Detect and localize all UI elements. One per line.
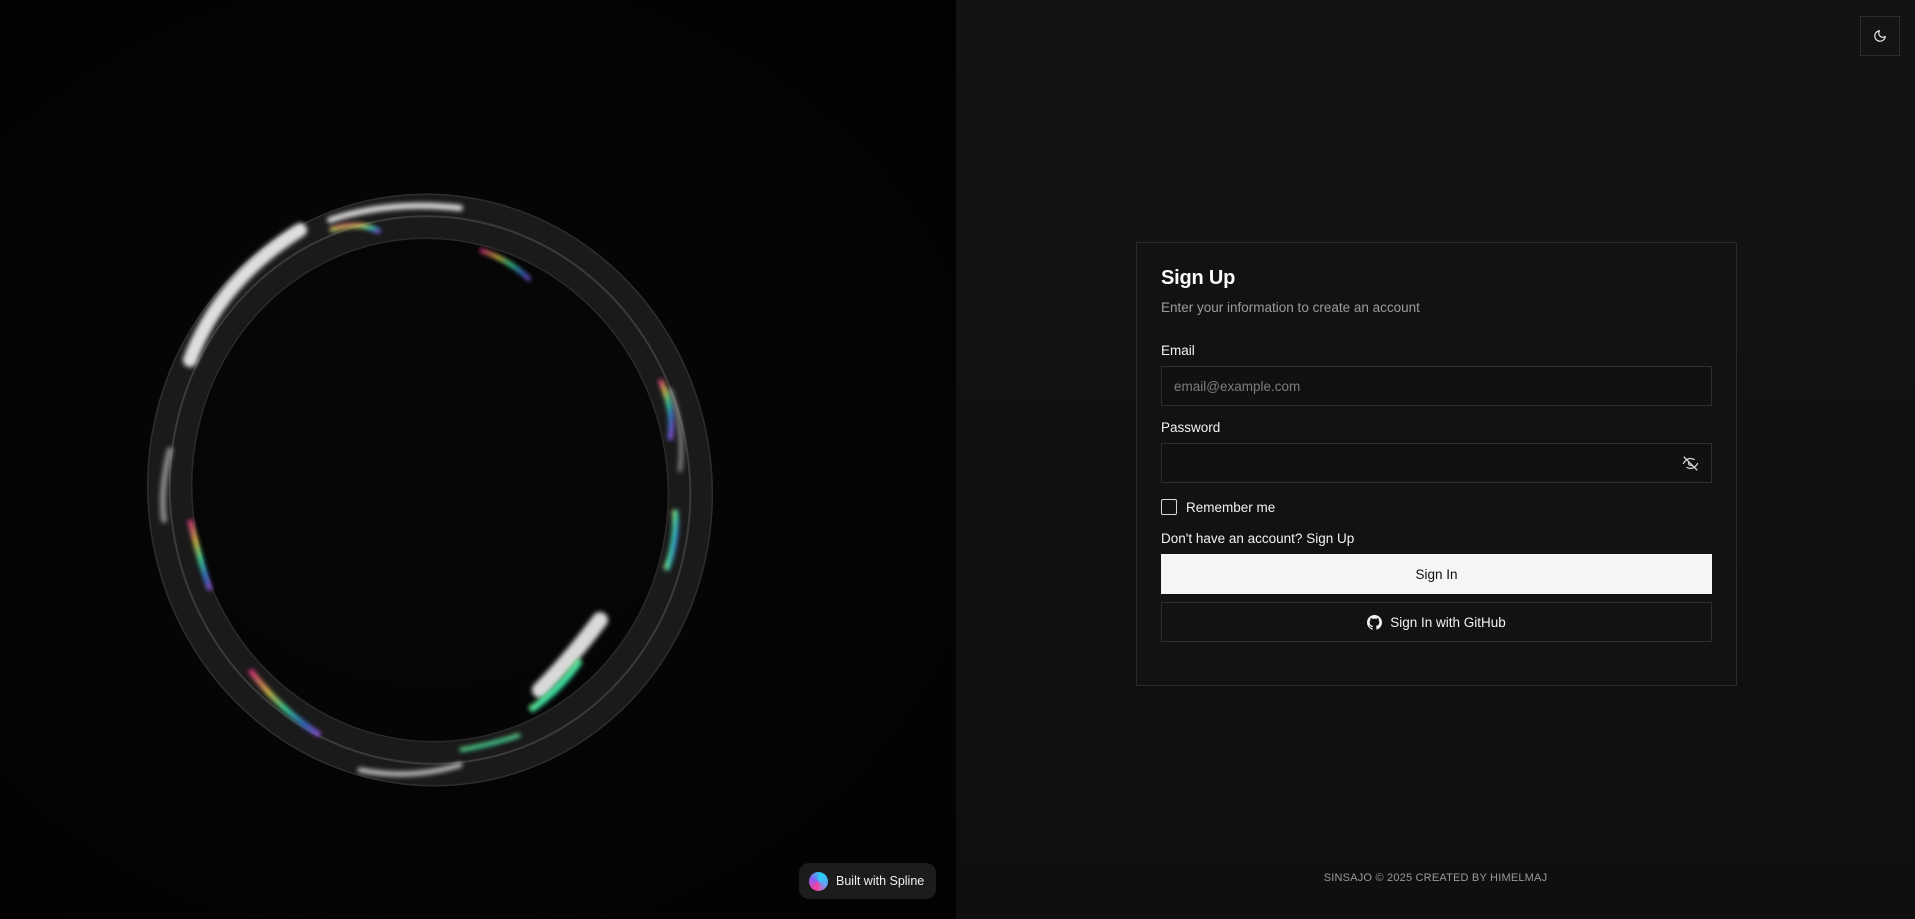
moon-icon [1874, 30, 1886, 42]
eye-off-icon[interactable] [1682, 455, 1699, 477]
remember-me-label[interactable]: Remember me [1186, 500, 1275, 515]
github-button-label: Sign In with GitHub [1390, 614, 1506, 630]
glass-ring-graphic [146, 193, 714, 787]
auth-panel: Sign Up Enter your information to create… [956, 0, 1915, 919]
remember-me-row: Remember me [1161, 499, 1712, 515]
email-input[interactable] [1162, 367, 1711, 405]
sign-in-button[interactable]: Sign In [1161, 554, 1712, 594]
github-icon [1367, 614, 1383, 630]
footer-credit: SINSAJO © 2025 CREATED BY HIMELMAJ [1323, 872, 1548, 884]
spline-logo-icon [809, 871, 828, 891]
built-with-spline-badge[interactable]: Built with Spline [799, 863, 936, 899]
github-sign-in-button[interactable]: Sign In with GitHub [1161, 602, 1712, 642]
page: Built with Spline Sign Up Enter your inf… [0, 0, 1915, 919]
signup-link[interactable]: Sign Up [1306, 531, 1354, 546]
email-label: Email [1161, 343, 1195, 358]
signup-prompt-row: Don't have an account? Sign Up [1161, 531, 1712, 546]
sign-in-button-label: Sign In [1415, 566, 1458, 582]
theme-toggle-button[interactable] [1860, 16, 1900, 56]
card-subtitle: Enter your information to create an acco… [1161, 300, 1420, 315]
password-field-wrapper [1161, 443, 1712, 483]
email-field-wrapper [1161, 366, 1712, 406]
spline-scene[interactable]: Built with Spline [0, 0, 956, 919]
signup-prompt-text: Don't have an account? [1161, 531, 1303, 546]
signup-card: Sign Up Enter your information to create… [1136, 242, 1737, 686]
password-label: Password [1161, 420, 1221, 435]
password-input[interactable] [1162, 444, 1711, 482]
card-title: Sign Up [1161, 267, 1236, 289]
remember-me-checkbox[interactable] [1161, 499, 1177, 515]
spline-badge-label: Built with Spline [836, 874, 925, 888]
